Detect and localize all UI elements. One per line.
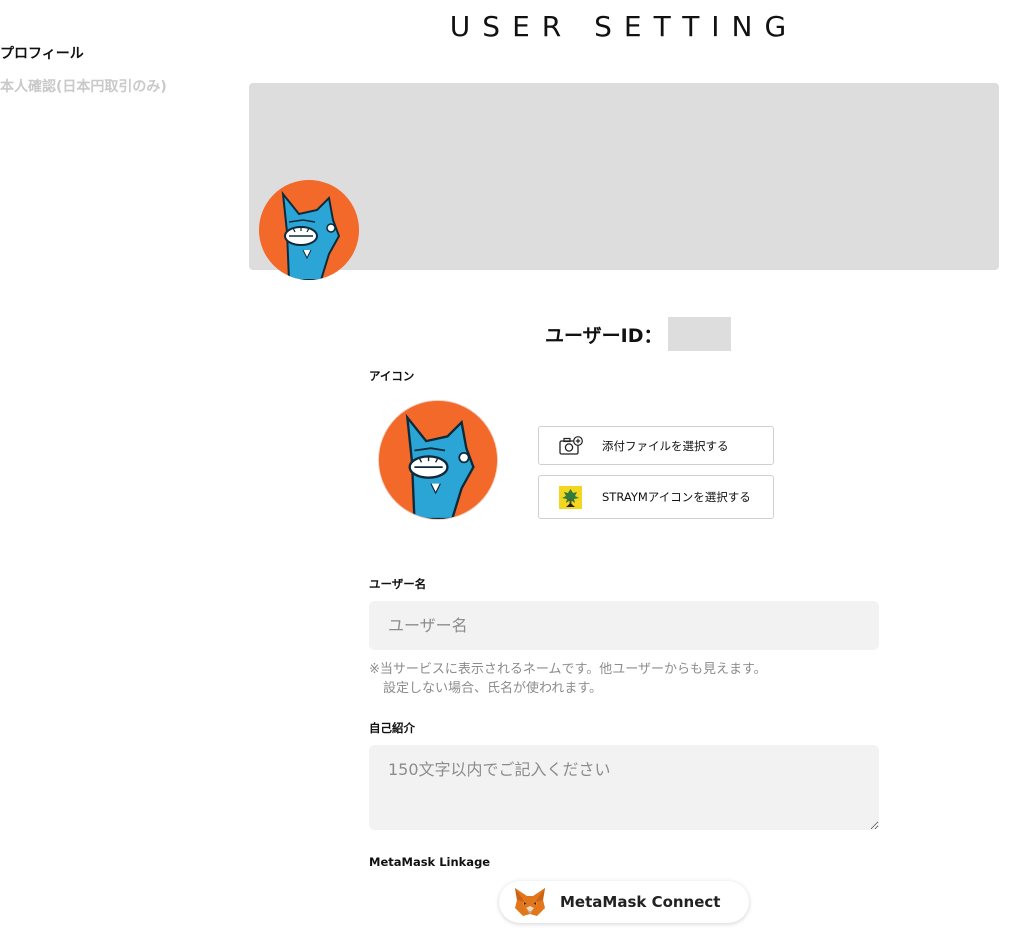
- select-straym-icon-label: STRAYMアイコンを選択する: [602, 490, 751, 504]
- username-note: ※当サービスに表示されるネームです。他ユーザーからも見えます。 設定しない場合、…: [369, 660, 767, 698]
- page-title: USER SETTING: [449, 10, 799, 43]
- username-label: ユーザー名: [369, 577, 427, 591]
- username-note-line1: ※当サービスに表示されるネームです。他ユーザーからも見えます。: [369, 662, 767, 677]
- select-attachment-button[interactable]: 添付ファイルを選択する: [538, 426, 774, 465]
- select-attachment-label: 添付ファイルを選択する: [602, 438, 729, 453]
- cover-image[interactable]: [249, 83, 999, 270]
- sidebar-item-profile[interactable]: プロフィール: [0, 44, 230, 64]
- cover-avatar: [259, 180, 359, 280]
- user-id-label: ユーザーID：: [545, 324, 663, 347]
- bio-textarea[interactable]: [369, 745, 879, 830]
- settings-sidebar: プロフィール 本人確認(日本円取引のみ): [0, 44, 230, 97]
- metamask-connect-label: MetaMask Connect: [560, 893, 721, 911]
- cat-avatar-image: [379, 401, 497, 519]
- user-id-value: [668, 317, 732, 351]
- user-id-row: ユーザーID：: [545, 317, 732, 351]
- icon-preview-avatar: [378, 400, 498, 520]
- select-straym-icon-button[interactable]: STRAYMアイコンを選択する: [538, 475, 774, 519]
- bio-label: 自己紹介: [369, 721, 415, 735]
- sidebar-item-identity-verification[interactable]: 本人確認(日本円取引のみ): [0, 77, 230, 97]
- camera-plus-icon: [559, 435, 583, 456]
- icon-section-label: アイコン: [369, 369, 415, 383]
- username-note-line2: 設定しない場合、氏名が使われます。: [383, 681, 603, 696]
- straym-tree-icon: [559, 485, 582, 509]
- metamask-fox-icon: [513, 886, 547, 922]
- metamask-connect-button[interactable]: MetaMask Connect: [499, 881, 749, 923]
- cat-avatar-image: [259, 180, 359, 280]
- username-input[interactable]: [369, 601, 879, 650]
- metamask-linkage-label: MetaMask Linkage: [369, 855, 491, 869]
